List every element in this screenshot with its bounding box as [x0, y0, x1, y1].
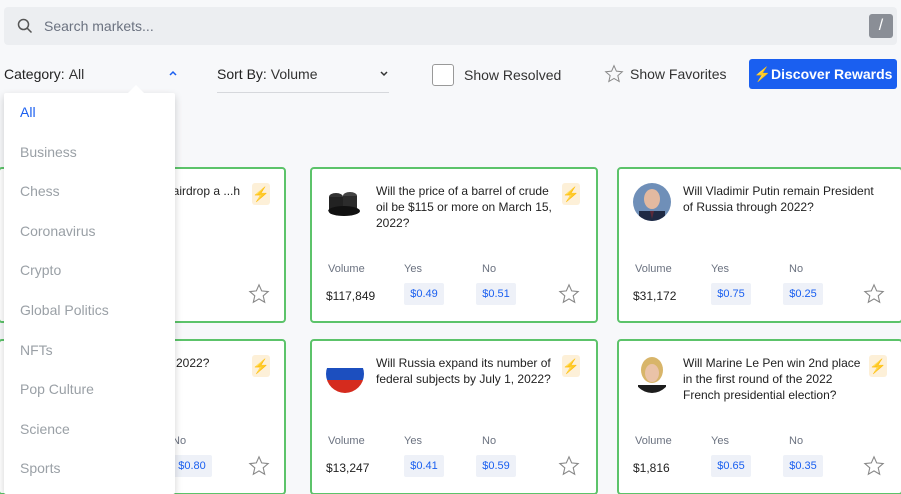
- volume-label: Volume: [328, 435, 365, 447]
- search-input[interactable]: [44, 7, 824, 45]
- discover-rewards-button[interactable]: ⚡Discover Rewards: [749, 59, 897, 89]
- category-select[interactable]: Category: All: [4, 55, 180, 93]
- chevron-down-icon: [380, 71, 388, 77]
- category-option-pop-culture[interactable]: Pop Culture: [4, 370, 175, 410]
- sort-value: Volume: [270, 66, 318, 82]
- yes-label: Yes: [404, 435, 422, 447]
- favorite-star-icon[interactable]: [558, 455, 580, 477]
- volume-label: Volume: [635, 435, 672, 447]
- favorite-star-icon[interactable]: [248, 455, 270, 477]
- yes-label: Yes: [711, 435, 729, 447]
- no-price-button[interactable]: $0.51: [476, 283, 516, 305]
- show-favorites-label: Show Favorites: [630, 66, 727, 82]
- le-pen-portrait-thumbnail: [633, 355, 671, 393]
- favorite-star-icon[interactable]: [248, 283, 270, 305]
- no-label: No: [482, 263, 497, 275]
- show-resolved-checkbox[interactable]: [432, 64, 454, 86]
- favorite-star-icon[interactable]: [863, 283, 885, 305]
- no-label: No: [482, 435, 497, 447]
- category-label: Category:: [4, 66, 65, 82]
- reward-bolt-icon: ⚡: [252, 183, 270, 205]
- market-card[interactable]: Will Vladimir Putin remain President of …: [617, 167, 901, 323]
- market-volume: $1,816: [633, 461, 670, 475]
- search-shortcut-badge: /: [869, 14, 893, 38]
- dropdown-arrow: [128, 85, 144, 93]
- sort-select[interactable]: Sort By: Volume: [217, 55, 389, 93]
- reward-bolt-icon: ⚡: [252, 355, 270, 377]
- category-option-chess[interactable]: Chess: [4, 172, 175, 212]
- market-question: Will Vladimir Putin remain President of …: [683, 184, 874, 214]
- market-question: 2022?: [176, 356, 210, 370]
- markets-page: / Category:All Sort By:Volume Show Resol…: [0, 0, 901, 494]
- category-option-nfts[interactable]: NFTs: [4, 331, 175, 371]
- market-question: Will Marine Le Pen win 2nd place in the …: [683, 356, 861, 402]
- market-card[interactable]: Will Marine Le Pen win 2nd place in the …: [617, 339, 901, 494]
- category-option-sports[interactable]: Sports: [4, 449, 175, 489]
- no-label: No: [789, 263, 804, 275]
- sort-label: Sort By:: [217, 66, 267, 82]
- no-price-button[interactable]: $0.80: [172, 455, 212, 477]
- show-favorites-toggle[interactable]: Show Favorites: [604, 64, 726, 84]
- no-label: No: [789, 435, 804, 447]
- no-price-button[interactable]: $0.25: [783, 283, 823, 305]
- star-icon: [604, 64, 624, 83]
- yes-price-button[interactable]: $0.41: [404, 455, 444, 477]
- market-card[interactable]: Will the price of a barrel of crude oil …: [310, 167, 598, 323]
- category-option-all[interactable]: All: [4, 93, 175, 133]
- favorite-star-icon[interactable]: [558, 283, 580, 305]
- volume-label: Volume: [635, 263, 672, 275]
- no-price-button[interactable]: $0.59: [476, 455, 516, 477]
- category-option-science[interactable]: Science: [4, 410, 175, 450]
- yes-price-button[interactable]: $0.65: [711, 455, 751, 477]
- no-price-button[interactable]: $0.35: [783, 455, 823, 477]
- category-dropdown-menu: All Business Chess Coronavirus Crypto Gl…: [4, 85, 175, 494]
- category-value: All: [68, 66, 85, 82]
- market-question: Will the price of a barrel of crude oil …: [376, 184, 552, 230]
- market-volume: $13,247: [326, 461, 370, 475]
- yes-price-button[interactable]: $0.49: [404, 283, 444, 305]
- show-resolved-toggle[interactable]: Show Resolved: [432, 64, 561, 86]
- chevron-up-icon: [169, 70, 177, 76]
- reward-bolt-icon: ⚡: [869, 355, 887, 377]
- search-bar[interactable]: /: [4, 7, 897, 45]
- oil-barrels-thumbnail: [326, 183, 364, 221]
- category-option-coronavirus[interactable]: Coronavirus: [4, 212, 175, 252]
- market-volume: $117,849: [326, 289, 376, 303]
- search-icon: [17, 18, 33, 34]
- category-option-crypto[interactable]: Crypto: [4, 251, 175, 291]
- putin-portrait-thumbnail: [633, 183, 671, 221]
- market-volume: $31,172: [633, 289, 677, 303]
- category-option-global-politics[interactable]: Global Politics: [4, 291, 175, 331]
- market-card[interactable]: Will Russia expand its number of federal…: [310, 339, 598, 494]
- favorite-star-icon[interactable]: [863, 455, 885, 477]
- market-question: Will Russia expand its number of federal…: [376, 356, 551, 386]
- category-option-business[interactable]: Business: [4, 133, 175, 173]
- russia-flag-thumbnail: [326, 355, 364, 393]
- yes-label: Yes: [404, 263, 422, 275]
- yes-label: Yes: [711, 263, 729, 275]
- volume-label: Volume: [328, 263, 365, 275]
- yes-price-button[interactable]: $0.75: [711, 283, 751, 305]
- reward-bolt-icon: ⚡: [562, 355, 580, 377]
- reward-bolt-icon: ⚡: [562, 183, 580, 205]
- show-resolved-label: Show Resolved: [464, 67, 562, 83]
